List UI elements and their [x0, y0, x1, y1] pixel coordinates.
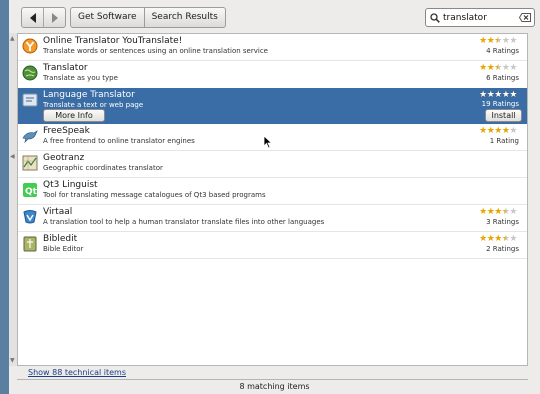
search-input[interactable] — [443, 12, 513, 23]
breadcrumb-get-software[interactable]: Get Software — [70, 7, 145, 28]
search-box — [425, 8, 535, 27]
app-description: Translate a text or web page — [43, 101, 144, 109]
forward-button[interactable] — [43, 8, 65, 27]
app-description: Tool for translating message catalogues … — [43, 191, 266, 199]
list-item[interactable]: Qt Qt3 Linguist Tool for translating messa… — [18, 178, 527, 205]
list-item[interactable]: Bibledit Bible Editor ★★★★★ 2 Ratings — [18, 232, 527, 259]
app-description: Translate words or sentences using an on… — [43, 47, 268, 55]
language-translator-icon — [22, 93, 38, 107]
globe-icon — [22, 65, 38, 81]
rating-count: 1 Rating — [489, 137, 519, 145]
scroll-marker-icon: ◀ — [10, 153, 15, 160]
list-item[interactable]: Geotranz Geographic coordinates translato… — [18, 151, 527, 178]
list-item[interactable]: Translator Translate as you type ★★★★★ 6 Ra… — [18, 61, 527, 88]
app-description: Bible Editor — [43, 245, 84, 253]
app-name: FreeSpeak — [43, 126, 90, 136]
back-button[interactable] — [22, 8, 43, 27]
svg-text:Qt: Qt — [25, 187, 38, 197]
scroll-up-icon[interactable]: ▲ — [10, 35, 15, 42]
app-name: Qt3 Linguist — [43, 180, 98, 190]
app-name: Bibledit — [43, 234, 78, 244]
arrow-right-icon — [51, 12, 58, 23]
app-name: Online Translator YouTranslate! — [43, 36, 183, 46]
app-description: A translation tool to help a human trans… — [43, 218, 325, 226]
rating-count: 19 Ratings — [481, 100, 519, 108]
dolphin-icon — [22, 130, 38, 144]
show-technical-items-link[interactable]: Show 88 technical items — [28, 368, 126, 377]
breadcrumb-search-results[interactable]: Search Results — [144, 7, 226, 28]
toolbar: Get Software Search Results — [9, 0, 540, 33]
rating-count: 2 Ratings — [486, 245, 519, 253]
rating-stars: ★★★★★ — [479, 234, 517, 244]
more-info-button[interactable]: More Info — [43, 109, 105, 122]
virtaal-icon — [23, 210, 37, 224]
breadcrumb: Get Software Search Results — [66, 7, 226, 28]
rating-count: 6 Ratings — [486, 74, 519, 82]
row-separator — [18, 258, 527, 259]
list-item[interactable]: Language Translator Translate a text or w… — [18, 88, 527, 124]
bible-icon — [23, 236, 37, 252]
geotranz-icon — [22, 155, 38, 171]
list-item[interactable]: Virtaal A translation tool to help a huma… — [18, 205, 527, 232]
app-name: Virtaal — [43, 207, 73, 217]
rating-stars: ★★★★★ — [479, 90, 517, 100]
rating-stars: ★★★★★ — [479, 63, 517, 73]
rating-stars: ★★★★★ — [479, 207, 517, 217]
clear-icon[interactable] — [519, 13, 531, 22]
qt-icon: Qt — [23, 183, 38, 197]
arrow-left-icon — [29, 12, 36, 23]
app-description: A free frontend to online translator eng… — [43, 137, 195, 145]
rating-count: 3 Ratings — [486, 218, 519, 226]
mouse-cursor-icon — [263, 135, 273, 149]
status-bar: 8 matching items — [239, 382, 310, 391]
software-center-window: Get Software Search Results ▲ ◀ ▼ Online… — [9, 0, 540, 394]
app-description: Translate as you type — [43, 74, 118, 82]
rating-stars: ★★★★★ — [479, 126, 517, 136]
footer-divider — [17, 379, 528, 380]
list-item[interactable]: Online Translator YouTranslate! Translate… — [18, 34, 527, 61]
app-description: Geographic coordinates translator — [43, 164, 163, 172]
scroll-down-icon[interactable]: ▼ — [10, 357, 15, 364]
app-name: Language Translator — [43, 90, 135, 100]
search-icon — [430, 12, 440, 23]
results-list: Online Translator YouTranslate! Translate… — [17, 33, 528, 366]
youtranslate-icon — [22, 38, 38, 54]
navigation-buttons — [21, 7, 66, 28]
install-button[interactable]: Install — [485, 109, 522, 122]
rating-stars: ★★★★★ — [479, 36, 517, 46]
app-name: Geotranz — [43, 153, 85, 163]
app-name: Translator — [43, 63, 88, 73]
rating-count: 4 Ratings — [486, 47, 519, 55]
